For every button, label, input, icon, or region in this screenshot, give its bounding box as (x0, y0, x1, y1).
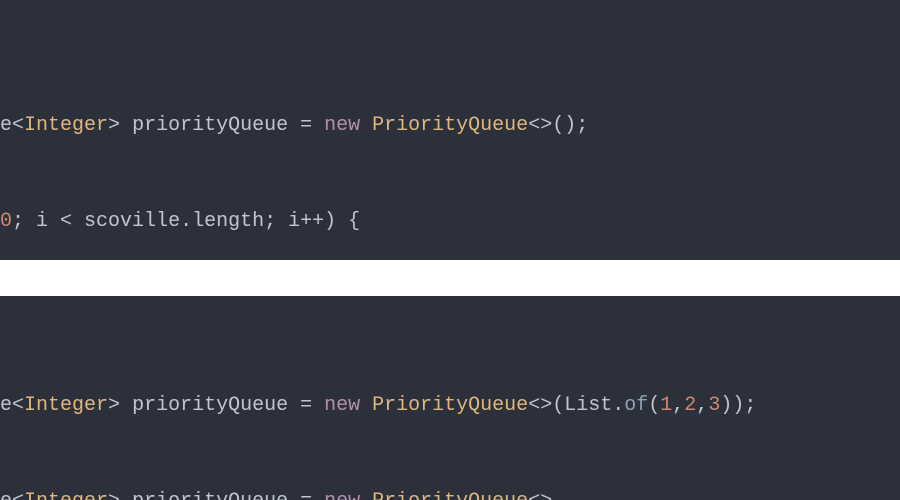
code-token: <> (528, 490, 552, 500)
code-token (312, 490, 324, 500)
code-token: priorityQueue (120, 394, 300, 417)
code-token: priorityQueue (120, 114, 300, 137)
code-token: ; i (12, 210, 60, 233)
code-line: e<Integer> priorityQueue = new PriorityQ… (0, 390, 900, 422)
code-token: < (60, 210, 72, 233)
code-token: scoville.length; i (72, 210, 300, 233)
code-token: e (0, 394, 12, 417)
code-token: 2 (684, 394, 696, 417)
code-token: new (324, 490, 360, 500)
code-token: PriorityQueue (372, 394, 528, 417)
code-token (312, 394, 324, 417)
code-line: 0; i < scoville.length; i++) { (0, 206, 900, 238)
code-token (360, 114, 372, 137)
separator-gap (0, 260, 900, 296)
code-token (360, 490, 372, 500)
code-token: , (672, 394, 684, 417)
code-token: ++ (300, 210, 324, 233)
code-token: > (108, 114, 120, 137)
code-token: = (300, 394, 312, 417)
code-token: )); (720, 394, 756, 417)
code-token: Integer (24, 394, 108, 417)
code-token: ) { (324, 210, 360, 233)
code-token: ( (648, 394, 660, 417)
code-token: Integer (24, 490, 108, 500)
code-token: priorityQueue (120, 490, 300, 500)
code-line: e<Integer> priorityQueue = new PriorityQ… (0, 110, 900, 142)
code-line: e<Integer> priorityQueue = new PriorityQ… (0, 486, 900, 500)
code-token: > (108, 490, 120, 500)
code-token: Integer (24, 114, 108, 137)
code-token: > (108, 394, 120, 417)
code-token (312, 114, 324, 137)
code-token: e (0, 114, 12, 137)
code-token: = (300, 114, 312, 137)
code-token: PriorityQueue (372, 490, 528, 500)
code-token: (); (552, 114, 588, 137)
code-token: new (324, 394, 360, 417)
code-token: 3 (708, 394, 720, 417)
code-token: 0 (0, 210, 12, 233)
code-token: <> (528, 114, 552, 137)
code-token: = (300, 490, 312, 500)
code-token: < (12, 394, 24, 417)
code-token: new (324, 114, 360, 137)
code-block-1: e<Integer> priorityQueue = new PriorityQ… (0, 0, 900, 260)
code-token: (List. (552, 394, 624, 417)
code-token: , (696, 394, 708, 417)
code-token: <> (528, 394, 552, 417)
code-token: < (12, 490, 24, 500)
code-block-2: e<Integer> priorityQueue = new PriorityQ… (0, 296, 900, 500)
code-token: 1 (660, 394, 672, 417)
code-token: e (0, 490, 12, 500)
code-token: of (624, 394, 648, 417)
code-token: < (12, 114, 24, 137)
code-token: PriorityQueue (372, 114, 528, 137)
code-token (360, 394, 372, 417)
